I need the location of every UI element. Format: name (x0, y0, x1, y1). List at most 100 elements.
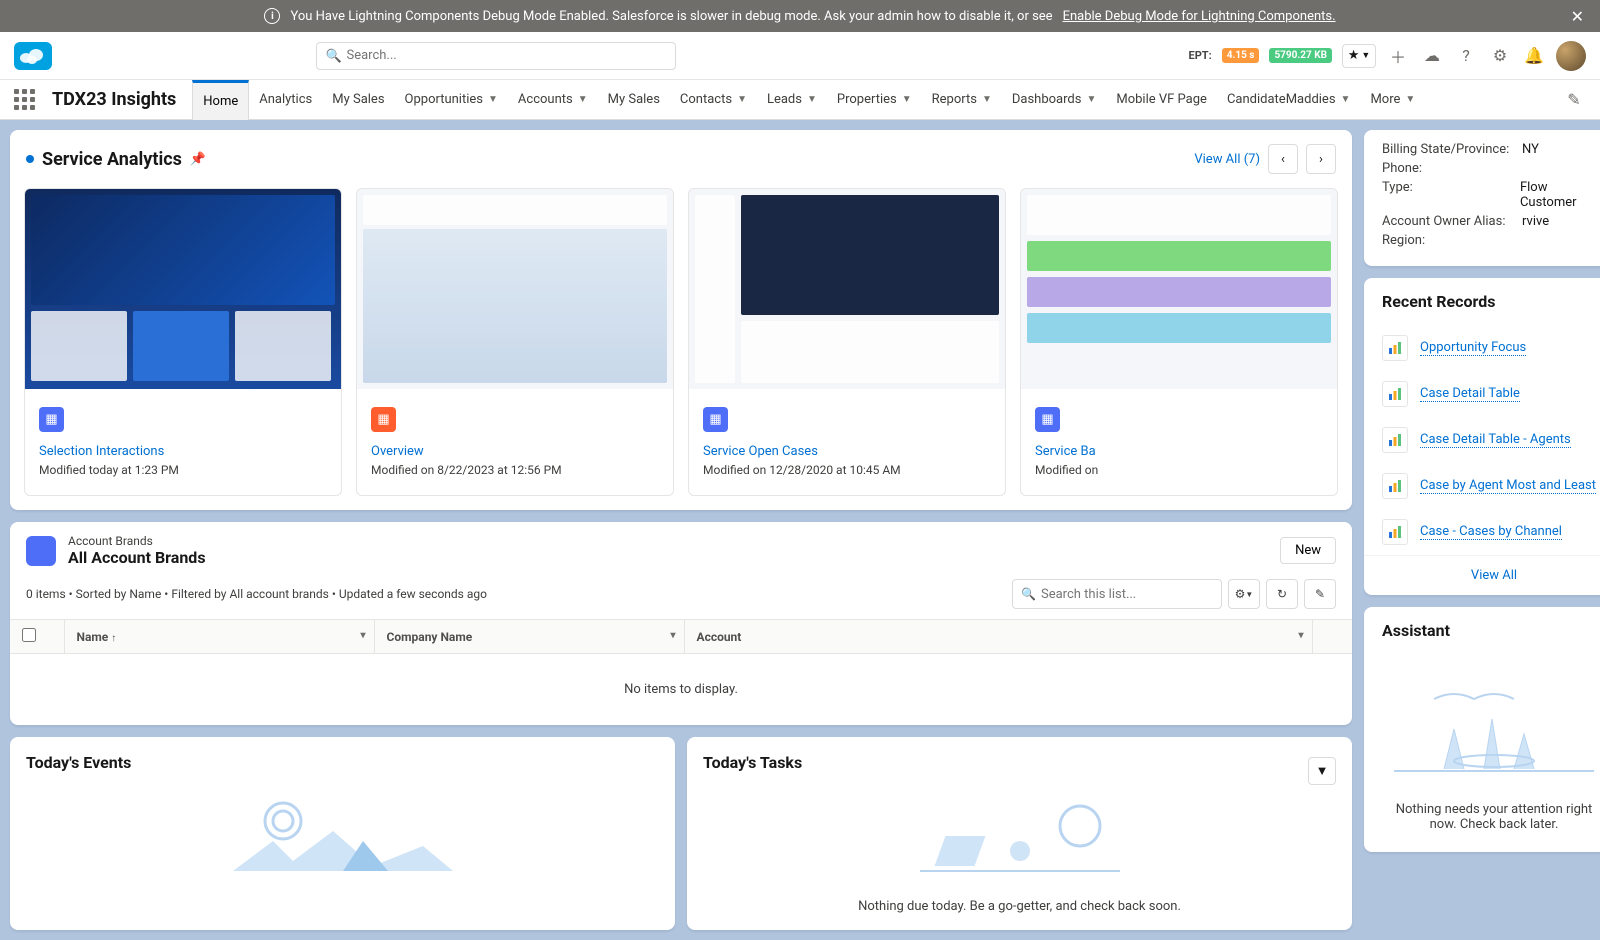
global-search: 🔍 (316, 42, 676, 70)
dashboard-card[interactable]: ▦ Service Open Cases Modified on 12/28/202… (688, 188, 1006, 496)
tasks-title: Today's Tasks (703, 753, 802, 772)
detail-row: Account Owner Alias:rvive (1382, 212, 1600, 231)
tab-my-sales[interactable]: My Sales (598, 80, 670, 120)
tab-home[interactable]: Home (192, 80, 249, 120)
assistant-title: Assistant (1364, 607, 1600, 654)
recent-record-item[interactable]: Case Detail Table - Agents (1364, 417, 1600, 463)
close-icon[interactable]: ✕ (1571, 7, 1584, 26)
list-meta: 0 items • Sorted by Name • Filtered by A… (26, 587, 487, 601)
avatar[interactable] (1556, 41, 1586, 71)
tab-mobile-vf-page[interactable]: Mobile VF Page (1106, 80, 1217, 120)
recent-record-item[interactable]: Case Detail Table (1364, 371, 1600, 417)
dashboard-icon: ▦ (39, 407, 64, 432)
edit-page-icon[interactable]: ✎ (1562, 88, 1586, 112)
dashboard-title[interactable]: Overview (371, 444, 659, 459)
dashboard-title[interactable]: Service Open Cases (703, 444, 991, 459)
dashboard-title[interactable]: Selection Interactions (39, 444, 327, 459)
app-name: TDX23 Insights (52, 89, 176, 110)
dashboard-card[interactable]: ▦ Service Ba Modified on (1020, 188, 1338, 496)
tab-dashboards[interactable]: Dashboards▼ (1002, 80, 1107, 120)
events-title: Today's Events (26, 753, 659, 772)
debug-banner: i You Have Lightning Components Debug Mo… (0, 0, 1600, 32)
recent-record-item[interactable]: Case by Agent Most and Least (1364, 463, 1600, 509)
select-all-checkbox[interactable] (22, 628, 36, 642)
dashboard-modified: Modified on 12/28/2020 at 10:45 AM (703, 463, 991, 477)
search-icon: 🔍 (1021, 587, 1036, 601)
tab-reports[interactable]: Reports▼ (922, 80, 1002, 120)
todays-events-card: Today's Events (10, 737, 675, 930)
recent-view-all[interactable]: View All (1364, 555, 1600, 595)
dashboard-modified: Modified today at 1:23 PM (39, 463, 327, 477)
report-icon (1382, 381, 1408, 407)
dashboard-card[interactable]: ▦OverviewModified on 8/22/2023 at 12:56 … (356, 188, 674, 496)
assistant-card: Assistant Nothing needs your attention r… (1364, 607, 1600, 852)
tab-accounts[interactable]: Accounts▼ (508, 80, 598, 120)
record-detail-card: Billing State/Province:NYPhone:Type:Flow… (1364, 130, 1600, 266)
list-view-name: All Account Brands (68, 548, 1268, 567)
notifications-icon[interactable]: 🔔 (1522, 44, 1546, 68)
banner-link[interactable]: Enable Debug Mode for Lightning Componen… (1063, 9, 1336, 24)
todays-tasks-card: Today's Tasks ▼ Nothing due today. Be a … (687, 737, 1352, 930)
tab-leads[interactable]: Leads▼ (757, 80, 827, 120)
object-label: Account Brands (68, 534, 1268, 548)
dashboard-icon: ▦ (703, 407, 728, 432)
carousel-prev-button[interactable]: ‹ (1268, 144, 1298, 174)
salesforce-logo[interactable] (14, 42, 52, 70)
list-settings-button[interactable]: ⚙▼ (1228, 579, 1260, 609)
dashboard-title[interactable]: Service Ba (1035, 444, 1323, 459)
ept-size-pill: 5790.27 KB (1269, 48, 1332, 63)
tab-properties[interactable]: Properties▼ (827, 80, 922, 120)
col-name[interactable]: Name ↑▾ (64, 620, 374, 654)
dashboard-modified: Modified on 8/22/2023 at 12:56 PM (371, 463, 659, 477)
list-table: Name ↑▾ Company Name▾ Account▾ (10, 619, 1352, 654)
report-icon (1382, 335, 1408, 361)
tab-analytics[interactable]: Analytics (249, 80, 322, 120)
list-search-input[interactable] (1012, 579, 1222, 609)
dashboard-modified: Modified on (1035, 463, 1323, 477)
tab-more[interactable]: More▼ (1360, 80, 1425, 120)
account-brands-list-card: Account Brands All Account Brands New 0 … (10, 522, 1352, 725)
favorites-button[interactable]: ★▼ (1342, 44, 1376, 68)
recent-record-item[interactable]: Case - Cases by Channel (1364, 509, 1600, 555)
help-icon[interactable]: ? (1454, 44, 1478, 68)
service-analytics-title: Service Analytics (42, 149, 182, 170)
salesforce-help-icon[interactable]: ☁ (1420, 44, 1444, 68)
events-illustration (26, 788, 659, 883)
status-dot (26, 155, 34, 163)
ept-label: EPT: (1189, 49, 1212, 62)
detail-row: Type:Flow Customer (1382, 178, 1600, 212)
tab-my-sales[interactable]: My Sales (322, 80, 394, 120)
settings-icon[interactable]: ⚙ (1488, 44, 1512, 68)
ept-time-pill: 4.15 s (1222, 48, 1260, 63)
detail-row: Phone: (1382, 159, 1600, 178)
recent-records-title: Recent Records (1364, 278, 1600, 325)
recent-records-card: Recent Records Opportunity FocusCase Det… (1364, 278, 1600, 595)
tab-contacts[interactable]: Contacts▼ (670, 80, 757, 120)
tab-candidatemaddies[interactable]: CandidateMaddies▼ (1217, 80, 1361, 120)
global-header: 🔍 EPT: 4.15 s 5790.27 KB ★▼ ＋ ☁ ? ⚙ 🔔 (0, 32, 1600, 80)
dashboard-icon: ▦ (1035, 407, 1060, 432)
refresh-button[interactable]: ↻ (1266, 579, 1298, 609)
view-all-link[interactable]: View All (7) (1194, 152, 1260, 167)
recent-record-item[interactable]: Opportunity Focus (1364, 325, 1600, 371)
report-icon (1382, 519, 1408, 545)
app-launcher-icon[interactable] (14, 89, 36, 111)
object-icon (26, 536, 56, 566)
assistant-illustration (1384, 674, 1600, 784)
new-button[interactable]: New (1280, 537, 1336, 564)
col-account[interactable]: Account▾ (684, 620, 1312, 654)
edit-list-button[interactable]: ✎ (1304, 579, 1336, 609)
tab-opportunities[interactable]: Opportunities▼ (395, 80, 508, 120)
tasks-message: Nothing due today. Be a go-getter, and c… (703, 899, 1336, 914)
search-icon: 🔍 (326, 49, 342, 64)
dashboard-card[interactable]: ▦ Selection Interactions Modified today at… (24, 188, 342, 496)
tasks-menu-button[interactable]: ▼ (1308, 757, 1336, 785)
carousel-next-button[interactable]: › (1306, 144, 1336, 174)
pin-icon[interactable]: 📌 (190, 152, 206, 167)
col-company[interactable]: Company Name▾ (374, 620, 684, 654)
add-icon[interactable]: ＋ (1386, 44, 1410, 68)
search-input[interactable] (316, 42, 676, 70)
tasks-illustration (703, 788, 1336, 883)
report-icon (1382, 473, 1408, 499)
app-nav: TDX23 Insights HomeAnalyticsMy SalesOppo… (0, 80, 1600, 120)
